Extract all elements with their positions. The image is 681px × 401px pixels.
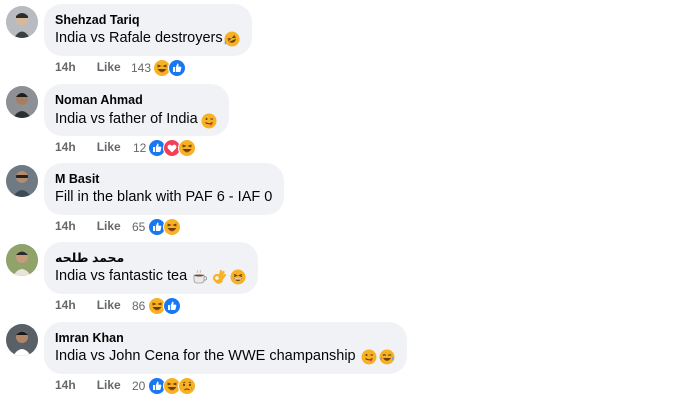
comment-text-row: India vs John Cena for the WWE champansh… — [55, 347, 395, 366]
comment-item: Shehzad Tariq India vs Rafale destroyers… — [0, 0, 681, 79]
reaction-count[interactable]: 20 — [132, 379, 145, 393]
comment-author[interactable]: Shehzad Tariq — [55, 12, 240, 28]
comment-text: India vs John Cena for the WWE champansh… — [55, 348, 356, 364]
comment-text-row: India vs father of India — [55, 109, 217, 129]
reaction-icons[interactable] — [148, 297, 181, 315]
avatar[interactable] — [6, 165, 38, 197]
comment-time[interactable]: 14h — [55, 219, 76, 233]
hot-beverage-emoji-icon — [192, 269, 208, 285]
like-reaction-icon — [163, 297, 181, 315]
grinning-squint-emoji-icon — [230, 269, 246, 285]
avatar[interactable] — [6, 6, 38, 38]
comment-meta: 14h Like — [55, 215, 121, 237]
like-button[interactable]: Like — [97, 298, 121, 312]
comment-bubble: Noman Ahmad India vs father of India — [44, 84, 229, 136]
comment-text: India vs Rafale destroyers — [55, 30, 223, 46]
avatar[interactable] — [6, 324, 38, 356]
haha-reaction-icon — [163, 218, 181, 236]
avatar[interactable] — [6, 86, 38, 118]
comment-text-row: India vs fantastic tea — [55, 267, 246, 286]
comment-meta: 14h Like — [55, 56, 121, 78]
reaction-count[interactable]: 86 — [132, 299, 145, 313]
like-button[interactable]: Like — [97, 60, 121, 74]
comment-author[interactable]: Imran Khan — [55, 330, 395, 346]
reaction-icons[interactable] — [148, 139, 196, 157]
comment-item: محمد طلحه India vs fantastic tea 14h Lik… — [0, 238, 681, 317]
comment-bubble: M Basit Fill in the blank with PAF 6 - I… — [44, 163, 285, 215]
reaction-count[interactable]: 143 — [131, 61, 151, 75]
comment-item: Imran Khan India vs John Cena for the WW… — [0, 318, 681, 397]
comment-author[interactable]: محمد طلحه — [55, 250, 246, 266]
comment-time[interactable]: 14h — [55, 378, 76, 392]
avatar[interactable] — [6, 244, 38, 276]
rolling-laugh-emoji-icon — [224, 31, 240, 47]
comment-bubble: Shehzad Tariq India vs Rafale destroyers — [44, 4, 252, 56]
ok-hand-emoji-icon — [211, 269, 227, 285]
reaction-icons[interactable] — [148, 377, 196, 395]
tongue-wink-emoji-icon — [361, 349, 377, 365]
reaction-icons[interactable] — [153, 59, 186, 77]
comment-item: Noman Ahmad India vs father of India 14h… — [0, 80, 681, 159]
comment-author[interactable]: Noman Ahmad — [55, 92, 217, 108]
reaction-icons[interactable] — [148, 218, 181, 236]
comment-bubble: Imran Khan India vs John Cena for the WW… — [44, 322, 407, 374]
tongue-wink-emoji-icon — [201, 113, 217, 129]
like-button[interactable]: Like — [97, 140, 121, 154]
tears-of-joy-emoji-icon — [379, 349, 395, 365]
reaction-count[interactable]: 65 — [132, 220, 145, 234]
comment-time[interactable]: 14h — [55, 298, 76, 312]
comment-text-row: India vs Rafale destroyers — [55, 29, 240, 48]
haha-reaction-icon — [178, 139, 196, 157]
comment-text: India vs father of India — [55, 110, 198, 127]
comment-meta: 14h Like — [55, 374, 121, 396]
comment-text: Fill in the blank with PAF 6 - IAF 0 — [55, 189, 273, 205]
comment-text-row: Fill in the blank with PAF 6 - IAF 0 — [55, 188, 272, 207]
like-button[interactable]: Like — [97, 219, 121, 233]
comment-bubble: محمد طلحه India vs fantastic tea — [44, 242, 259, 294]
like-button[interactable]: Like — [97, 378, 121, 392]
comment-time[interactable]: 14h — [55, 60, 76, 74]
comment-item: M Basit Fill in the blank with PAF 6 - I… — [0, 159, 681, 238]
reaction-count[interactable]: 12 — [133, 141, 146, 155]
comment-meta: 14h Like — [55, 294, 121, 316]
comment-time[interactable]: 14h — [55, 140, 76, 154]
like-reaction-icon — [168, 59, 186, 77]
comment-text: India vs fantastic tea — [55, 268, 188, 284]
sad-reaction-icon — [178, 377, 196, 395]
comment-meta: 14h Like — [55, 136, 121, 158]
comment-author[interactable]: M Basit — [55, 171, 272, 187]
